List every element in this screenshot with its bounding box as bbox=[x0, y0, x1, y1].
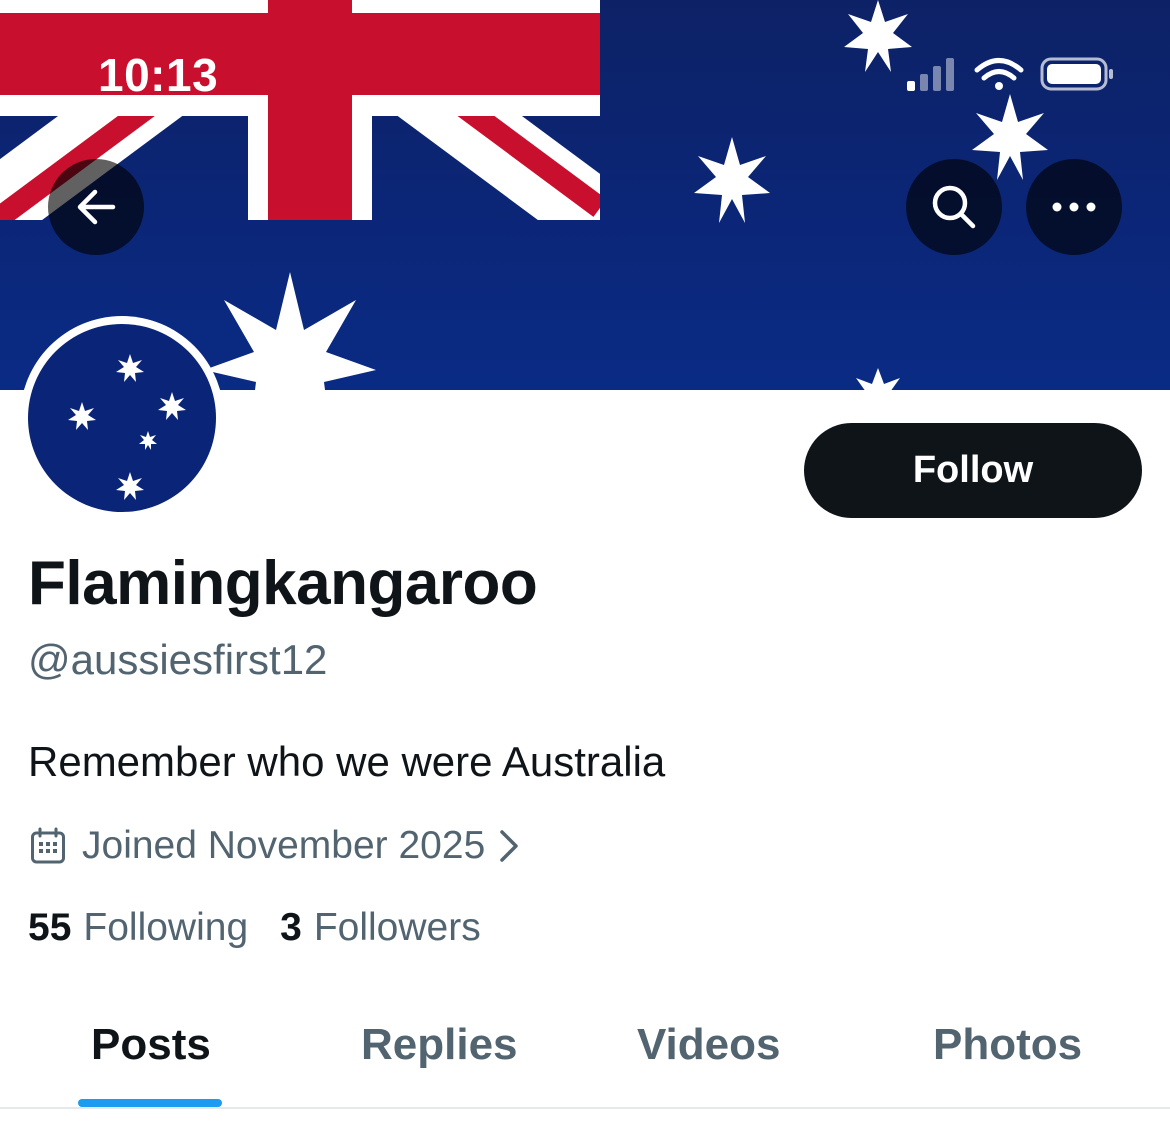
tab-photos[interactable]: Photos bbox=[933, 1020, 1082, 1070]
tab-posts[interactable]: Posts bbox=[91, 1020, 211, 1070]
wifi-icon bbox=[974, 58, 1024, 90]
chevron-right-icon bbox=[500, 830, 519, 862]
arrow-left-icon bbox=[77, 189, 116, 225]
followers-count: 3 bbox=[280, 906, 302, 949]
followers-label: Followers bbox=[313, 906, 481, 949]
search-icon bbox=[932, 185, 976, 229]
avatar[interactable] bbox=[20, 316, 224, 520]
tab-videos[interactable]: Videos bbox=[637, 1020, 780, 1070]
following-link[interactable]: 55 Following bbox=[28, 906, 248, 950]
tab-replies[interactable]: Replies bbox=[361, 1020, 518, 1070]
joined-date-text: Joined November 2025 bbox=[82, 824, 486, 867]
status-bar-time: 10:13 bbox=[98, 49, 219, 101]
joined-date-row[interactable]: Joined November 2025 bbox=[30, 820, 519, 872]
back-button[interactable] bbox=[48, 159, 144, 255]
user-handle: @aussiesfirst12 bbox=[28, 636, 328, 683]
more-horizontal-icon bbox=[1052, 202, 1096, 212]
southern-cross-avatar-image bbox=[28, 324, 216, 512]
calendar-icon bbox=[31, 827, 65, 864]
followers-link[interactable]: 3 Followers bbox=[280, 906, 481, 950]
more-options-button[interactable] bbox=[1026, 159, 1122, 255]
cellular-signal-icon bbox=[907, 58, 954, 91]
tabs-divider bbox=[0, 1107, 1170, 1109]
display-name: Flamingkangaroo bbox=[28, 549, 538, 618]
profile-bio: Remember who we were Australia bbox=[28, 738, 666, 785]
profile-tabs: Posts Replies Videos Photos bbox=[0, 1008, 1170, 1108]
status-bar-icons bbox=[905, 55, 1115, 100]
battery-icon bbox=[1040, 57, 1113, 91]
follow-stats: 55 Following 3 Followers bbox=[28, 906, 481, 950]
active-tab-indicator bbox=[78, 1099, 222, 1107]
follow-button[interactable]: Follow bbox=[804, 423, 1142, 518]
search-button[interactable] bbox=[906, 159, 1002, 255]
following-count: 55 bbox=[28, 906, 72, 949]
following-label: Following bbox=[83, 906, 249, 949]
